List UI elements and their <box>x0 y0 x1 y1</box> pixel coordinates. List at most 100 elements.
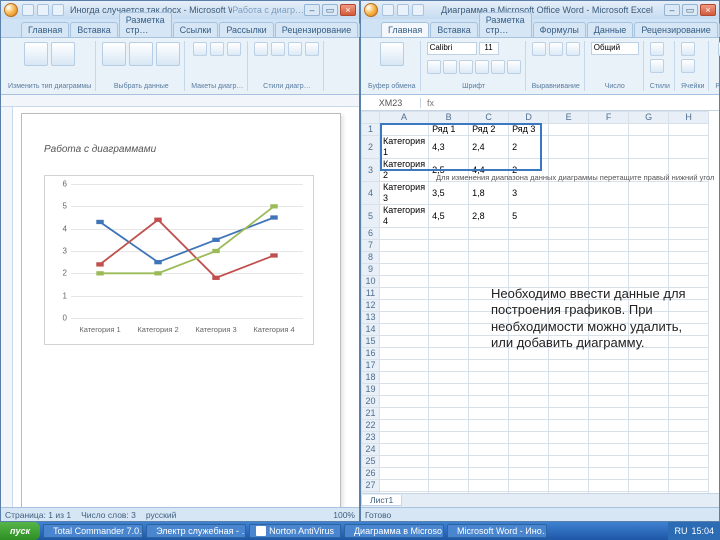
save-icon[interactable] <box>382 4 394 16</box>
document-page[interactable]: Работа с диаграммами 6 5 4 3 2 1 0 Катег… <box>21 113 341 507</box>
instruction-note: Необходимо ввести данные для построения … <box>491 286 701 351</box>
group-data: Выбрать данные <box>98 41 185 91</box>
font-size-select[interactable]: 11 <box>479 42 499 55</box>
cond-format-icon[interactable] <box>650 42 664 56</box>
save-template-icon[interactable] <box>51 42 75 66</box>
zoom-level[interactable]: 100% <box>333 510 355 520</box>
tab-layout[interactable]: Разметка стр… <box>479 12 532 37</box>
align-icon[interactable] <box>532 42 546 56</box>
tab-formulas[interactable]: Формулы <box>533 22 586 37</box>
group-clipboard: Буфер обмена <box>364 41 421 91</box>
status-lang: русский <box>146 510 177 520</box>
maximize-icon[interactable]: ▭ <box>322 4 338 16</box>
word-document-area[interactable]: Работа с диаграммами 6 5 4 3 2 1 0 Катег… <box>1 95 359 507</box>
chart-object[interactable]: 6 5 4 3 2 1 0 Категория 1 Категория 2 Ка… <box>44 175 314 345</box>
tab-review[interactable]: Рецензирование <box>275 22 359 37</box>
name-box[interactable]: ХМ23 <box>361 98 421 108</box>
style-icon[interactable] <box>288 42 302 56</box>
paste-icon[interactable] <box>380 42 404 66</box>
clock: 15:04 <box>691 526 714 536</box>
task-item[interactable]: Диаграмма в Microso… <box>344 524 444 538</box>
status-page: Страница: 1 из 1 <box>5 510 71 520</box>
tab-review[interactable]: Рецензирование <box>634 22 718 37</box>
font-name-select[interactable]: Calibri <box>427 42 477 55</box>
switch-rowcol-icon[interactable] <box>102 42 126 66</box>
tab-mailings[interactable]: Рассылки <box>219 22 273 37</box>
language-indicator[interactable]: RU <box>674 526 687 536</box>
ruler-horizontal[interactable] <box>1 95 359 107</box>
ruler-vertical[interactable] <box>1 107 13 507</box>
group-number: ОбщийЧисло <box>587 41 644 91</box>
tab-insert[interactable]: Вставка <box>70 22 117 37</box>
tab-data[interactable]: Данные <box>587 22 634 37</box>
close-icon[interactable]: × <box>340 4 356 16</box>
number-format-select[interactable]: Общий <box>591 42 639 55</box>
office-button-icon[interactable] <box>364 3 378 17</box>
group-editing: Редактирование <box>711 41 720 91</box>
maximize-icon[interactable]: ▭ <box>682 4 698 16</box>
worksheet[interactable]: ABCDEFGH1Ряд 1Ряд 2Ряд 32Категория 14,32… <box>361 111 719 493</box>
italic-icon[interactable] <box>443 60 457 74</box>
align-icon[interactable] <box>549 42 563 56</box>
tab-insert[interactable]: Вставка <box>430 22 477 37</box>
layout-icon[interactable] <box>210 42 224 56</box>
status-words: Число слов: 3 <box>81 510 136 520</box>
taskbar: пуск Total Commander 7.0… Электр служебн… <box>0 522 720 540</box>
layout-icon[interactable] <box>227 42 241 56</box>
delete-cells-icon[interactable] <box>681 59 695 73</box>
fx-icon[interactable]: fx <box>421 98 440 108</box>
quick-access-toolbar <box>22 4 64 16</box>
system-tray[interactable]: RU 15:04 <box>668 522 720 540</box>
excel-titlebar[interactable]: Диаграмма в Microsoft Office Word - Micr… <box>361 1 719 19</box>
undo-icon[interactable] <box>37 4 49 16</box>
bold-icon[interactable] <box>427 60 441 74</box>
formula-bar: ХМ23 fx <box>361 95 719 111</box>
context-tab-label: Работа с диагр… <box>232 5 304 15</box>
group-layouts: Макеты диагр… <box>187 41 248 91</box>
task-item[interactable]: Электр служебная - … <box>146 524 246 538</box>
group-styles: Стили <box>646 41 675 91</box>
tab-layout[interactable]: Разметка стр… <box>119 12 172 37</box>
border-icon[interactable] <box>475 60 489 74</box>
task-item[interactable]: Microsoft Word - Ино… <box>447 524 547 538</box>
app-icon <box>256 526 266 536</box>
office-button-icon[interactable] <box>4 3 18 17</box>
cell-styles-icon[interactable] <box>650 59 664 73</box>
refresh-data-icon[interactable] <box>156 42 180 66</box>
change-type-icon[interactable] <box>24 42 48 66</box>
style-icon[interactable] <box>271 42 285 56</box>
word-titlebar[interactable]: Иногда случается так.docx - Microsoft W…… <box>1 1 359 19</box>
group-font: Calibri11 Шрифт <box>423 41 526 91</box>
sheet-tabs: Лист1 <box>361 493 719 507</box>
select-data-icon[interactable] <box>129 42 153 66</box>
underline-icon[interactable] <box>459 60 473 74</box>
tab-home[interactable]: Главная <box>381 22 429 37</box>
word-tabs: Главная Вставка Разметка стр… Ссылки Рас… <box>1 19 359 37</box>
group-align: Выравнивание <box>528 41 585 91</box>
word-ribbon: Изменить тип диаграммы Выбрать данные Ма… <box>1 37 359 95</box>
font-color-icon[interactable] <box>507 60 521 74</box>
insert-cells-icon[interactable] <box>681 42 695 56</box>
excel-window: Диаграмма в Microsoft Office Word - Micr… <box>360 0 720 522</box>
save-icon[interactable] <box>22 4 34 16</box>
tab-home[interactable]: Главная <box>21 22 69 37</box>
task-item[interactable]: Total Commander 7.0… <box>43 524 143 538</box>
style-icon[interactable] <box>254 42 268 56</box>
start-button[interactable]: пуск <box>0 522 40 540</box>
doc-heading: Работа с диаграммами <box>44 144 318 155</box>
align-icon[interactable] <box>566 42 580 56</box>
chart-plot-area: 6 5 4 3 2 1 0 Категория 1 Категория 2 Ка… <box>71 184 303 318</box>
minimize-icon[interactable]: – <box>664 4 680 16</box>
layout-icon[interactable] <box>193 42 207 56</box>
redo-icon[interactable] <box>412 4 424 16</box>
task-item[interactable]: Norton AntiVirus <box>249 524 341 538</box>
tab-refs[interactable]: Ссылки <box>173 22 219 37</box>
close-icon[interactable]: × <box>700 4 716 16</box>
fill-color-icon[interactable] <box>491 60 505 74</box>
redo-icon[interactable] <box>52 4 64 16</box>
sheet-tab-1[interactable]: Лист1 <box>361 495 402 506</box>
undo-icon[interactable] <box>397 4 409 16</box>
minimize-icon[interactable]: – <box>304 4 320 16</box>
style-icon[interactable] <box>305 42 319 56</box>
group-cells: Ячейки <box>677 41 709 91</box>
